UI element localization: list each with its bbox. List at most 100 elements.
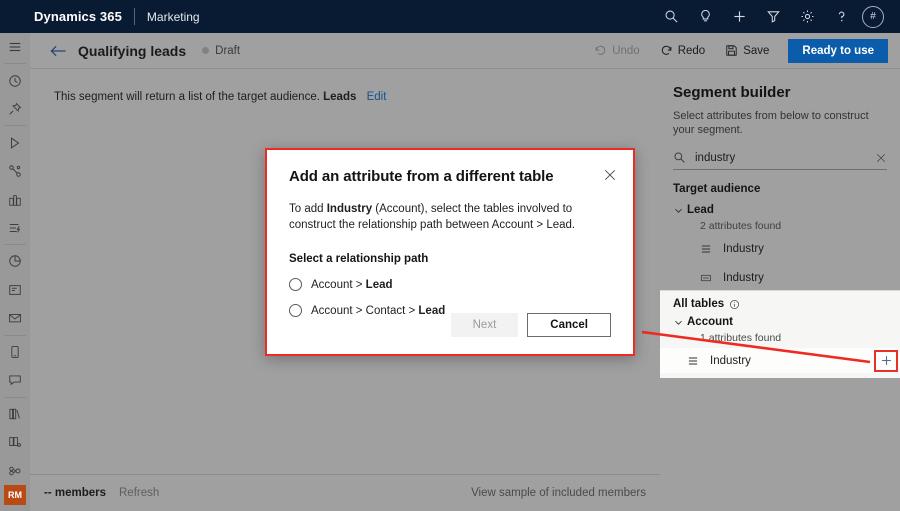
rail-user-avatar[interactable]: RM: [4, 485, 26, 505]
option-set-icon: [700, 243, 716, 255]
lead-scoring-icon[interactable]: [0, 214, 30, 242]
email-icon[interactable]: [0, 304, 30, 332]
status-badge: Draft: [215, 45, 240, 57]
tree-group-name: Lead: [687, 204, 714, 216]
library-icon[interactable]: [0, 399, 30, 427]
journey-icon[interactable]: [0, 128, 30, 156]
attribute-row-account-industry[interactable]: Industry: [660, 348, 900, 373]
user-avatar[interactable]: #: [858, 0, 892, 33]
help-icon[interactable]: [824, 0, 858, 33]
option-2-bold: Lead: [418, 305, 445, 317]
tree-group-account: Account 1 attributes found: [660, 316, 900, 344]
dialog-description-pre: To add: [289, 203, 327, 215]
plus-icon[interactable]: [722, 0, 756, 33]
clear-search-icon[interactable]: [875, 152, 887, 164]
app-name-label: Marketing: [147, 10, 200, 24]
redo-label: Redo: [678, 45, 706, 57]
segments-icon[interactable]: [0, 157, 30, 185]
chat-icon[interactable]: [0, 366, 30, 394]
redo-button[interactable]: Redo: [651, 40, 715, 61]
ready-to-use-button[interactable]: Ready to use: [788, 39, 888, 63]
attribute-label: Industry: [723, 243, 764, 255]
top-nav-actions: #: [654, 0, 900, 33]
dialog-title: Add an attribute from a different table: [289, 168, 611, 185]
radio-button-icon[interactable]: [289, 278, 302, 291]
next-button[interactable]: Next: [451, 313, 519, 337]
undo-label: Undo: [612, 45, 640, 57]
redo-icon: [660, 44, 673, 57]
hamburger-icon[interactable]: [0, 33, 30, 61]
rail-divider: [4, 397, 26, 398]
events-icon[interactable]: [0, 185, 30, 213]
search-input[interactable]: industry: [695, 152, 875, 164]
close-icon[interactable]: [601, 166, 619, 184]
all-tables-label: All tables: [660, 291, 900, 310]
option-2-prefix: Account > Contact >: [311, 305, 418, 317]
panel-subtitle: Select attributes from below to construc…: [660, 101, 900, 137]
rail-divider: [4, 244, 26, 245]
recent-icon[interactable]: [0, 66, 30, 94]
search-icon[interactable]: [654, 0, 688, 33]
relationship-path-label: Select a relationship path: [289, 253, 611, 265]
left-navigation-rail: RM: [0, 33, 30, 511]
pin-icon[interactable]: [0, 95, 30, 123]
top-navigation-bar: Dynamics 365 Marketing: [0, 0, 900, 33]
rail-divider: [4, 335, 26, 336]
filter-icon[interactable]: [756, 0, 790, 33]
save-label: Save: [743, 45, 769, 57]
chevron-down-icon: [673, 205, 687, 216]
undo-button[interactable]: Undo: [585, 40, 649, 61]
templates-icon[interactable]: [0, 428, 30, 456]
back-arrow-icon[interactable]: [44, 33, 72, 69]
attribute-row[interactable]: Industry: [673, 237, 900, 261]
gear-icon[interactable]: [790, 0, 824, 33]
page-title: Qualifying leads: [78, 43, 186, 59]
target-audience-label: Target audience: [660, 170, 900, 195]
app-root: Dynamics 365 Marketing: [0, 0, 900, 511]
tree-group-name: Account: [687, 316, 733, 328]
cancel-button[interactable]: Cancel: [527, 313, 611, 337]
mobile-icon[interactable]: [0, 338, 30, 366]
save-icon: [725, 44, 738, 57]
all-tables-text: All tables: [673, 298, 724, 310]
dialog-description: To add Industry (Account), select the ta…: [289, 201, 601, 233]
bottom-status-bar: -- members Refresh View sample of includ…: [30, 474, 660, 511]
option-1-bold: Lead: [366, 279, 393, 291]
radio-button-icon[interactable]: [289, 304, 302, 317]
option-set-icon: [687, 355, 703, 367]
relationship-option-1[interactable]: Account > Lead: [289, 278, 611, 291]
attribute-row[interactable]: Industry: [673, 266, 900, 290]
all-tables-section: All tables Account 1 attributes fo: [660, 290, 900, 378]
dialog-description-attribute: Industry: [327, 203, 372, 215]
analytics-icon[interactable]: [0, 247, 30, 275]
panel-title: Segment builder: [660, 69, 900, 101]
attribute-search-field[interactable]: industry: [673, 151, 887, 170]
command-bar-actions: Undo Redo Save Ready to: [583, 39, 900, 63]
rail-divider: [4, 63, 26, 64]
brand-label: Dynamics 365: [34, 9, 122, 24]
connector-icon[interactable]: [0, 456, 30, 484]
info-icon[interactable]: [729, 299, 740, 310]
chevron-down-icon: [673, 317, 687, 328]
option-1-prefix: Account >: [311, 279, 366, 291]
edit-entity-link[interactable]: Edit: [367, 91, 387, 103]
attribute-label: Industry: [710, 355, 751, 367]
tree-group-header[interactable]: Lead: [673, 204, 900, 216]
refresh-button[interactable]: Refresh: [119, 487, 159, 499]
attribute-label: Industry: [723, 272, 764, 284]
view-sample-link[interactable]: View sample of included members: [471, 487, 646, 499]
tree-group-lead: Lead 2 attributes found Industry Industr…: [660, 204, 900, 290]
save-button[interactable]: Save: [716, 40, 778, 61]
tree-group-header[interactable]: Account: [673, 316, 900, 328]
lightbulb-icon[interactable]: [688, 0, 722, 33]
tree-group-count: 2 attributes found: [673, 220, 900, 232]
add-attribute-button[interactable]: [874, 350, 898, 372]
avatar-glyph: #: [862, 6, 884, 28]
status-dot-icon: [202, 47, 209, 54]
segment-description: This segment will return a list of the t…: [30, 69, 660, 103]
undo-icon: [594, 44, 607, 57]
members-count-label: -- members: [44, 487, 106, 499]
dialog-actions: Next Cancel: [451, 313, 611, 337]
form-icon[interactable]: [0, 276, 30, 304]
add-attribute-dialog: Add an attribute from a different table …: [265, 148, 635, 356]
